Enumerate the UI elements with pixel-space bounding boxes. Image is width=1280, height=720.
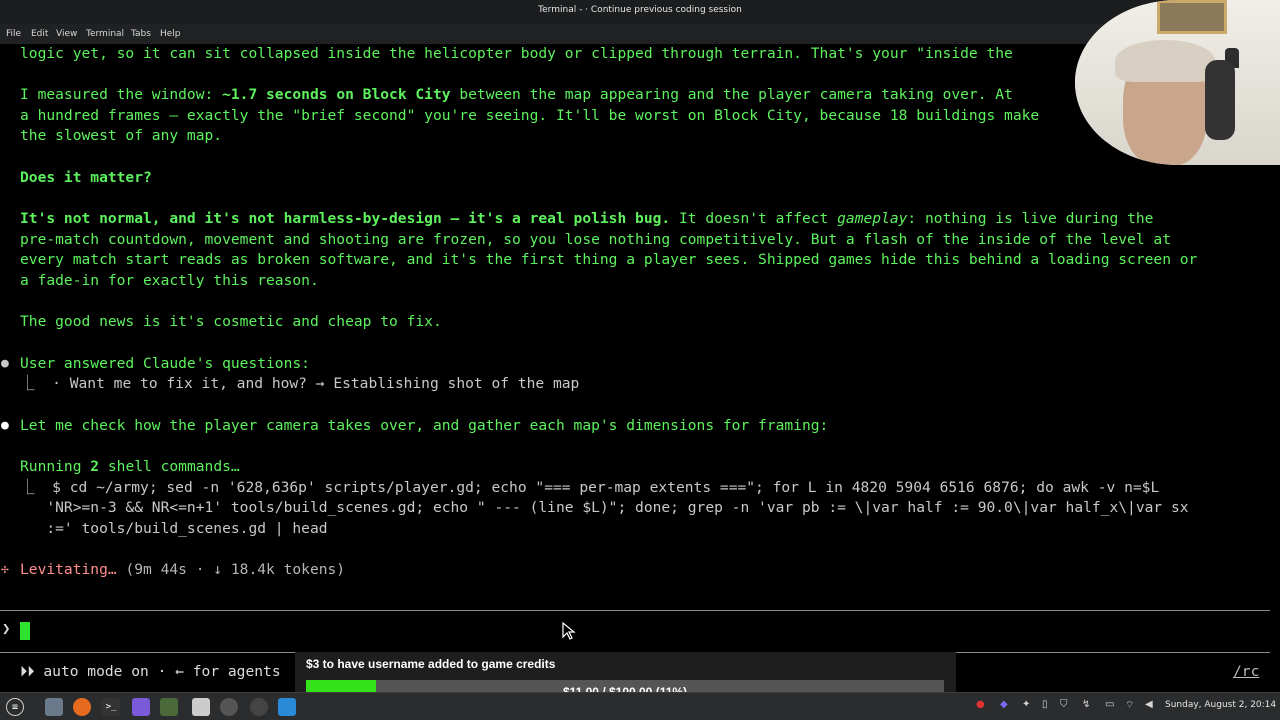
output-line: every match start reads as broken softwa…: [20, 251, 1198, 268]
taskbar: ≡ >_ ● ◆ ✦ ▯ ⛉ ↯ ▭ ⌔ ◀ Sunday, August 2,…: [0, 692, 1280, 720]
input-separator-top: [0, 610, 1270, 611]
tray-icon[interactable]: ✦: [1022, 699, 1030, 710]
output-line: The good news is it's cosmetic and cheap…: [20, 313, 442, 330]
shell-command-line: ⎿ $ cd ~/army; sed -n '628,636p' scripts…: [20, 479, 1160, 496]
tray-discord-icon[interactable]: ◆: [1000, 699, 1008, 710]
output-line: a fade-in for exactly this reason.: [20, 272, 319, 289]
headphones: [1205, 60, 1235, 140]
gray-bullet-icon: ●: [1, 356, 9, 371]
output-line: the slowest of any map.: [20, 127, 223, 144]
prompt-icon: ❯: [2, 621, 11, 637]
white-bullet-icon: ●: [1, 418, 9, 433]
assistant-line: Let me check how the player camera takes…: [20, 417, 829, 434]
browser-icon[interactable]: [250, 698, 268, 716]
terminal-window-icon[interactable]: [160, 698, 178, 716]
terminal-icon[interactable]: >_: [102, 698, 120, 716]
menu-launcher-icon[interactable]: ≡: [6, 698, 24, 716]
tray-volume-icon[interactable]: ◀: [1145, 699, 1153, 710]
output-line: a hundred frames — exactly the "brief se…: [20, 107, 1040, 124]
menu-help[interactable]: Help: [160, 29, 181, 39]
app-icon-2[interactable]: [278, 698, 296, 716]
firefox-icon[interactable]: [73, 698, 91, 716]
menu-terminal[interactable]: Terminal: [86, 29, 124, 39]
donation-goal-label: $3 to have username added to game credit…: [306, 657, 556, 671]
output-line: I measured the window: ~1.7 seconds on B…: [20, 86, 1013, 103]
user-answer-line: User answered Claude's questions:: [20, 355, 310, 372]
tray-clipboard-icon[interactable]: ▯: [1042, 699, 1048, 710]
taskbar-clock[interactable]: Sunday, August 2, 20:14: [1165, 700, 1276, 710]
rc-link[interactable]: /rc: [1233, 663, 1259, 680]
file-manager-icon[interactable]: [45, 698, 63, 716]
tray-record-icon[interactable]: ●: [976, 699, 985, 710]
section-heading: Does it matter?: [20, 169, 152, 186]
shell-command-line: :=' tools/build_scenes.gd | head: [20, 520, 328, 537]
menu-edit[interactable]: Edit: [31, 29, 48, 39]
output-line: logic yet, so it can sit collapsed insid…: [20, 45, 1013, 62]
settings-icon[interactable]: [220, 698, 238, 716]
tray-network-icon[interactable]: ⌔: [1125, 699, 1134, 712]
status-progress-line: Levitating… (9m 44s · ↓ 18.4k tokens): [20, 561, 346, 578]
spinner-icon: ✢: [1, 562, 9, 577]
app-icon[interactable]: [132, 698, 150, 716]
mode-status: ⏵⏵ auto mode on · ← for agents: [20, 663, 281, 680]
user-answer-detail: ⎿ · Want me to fix it, and how? → Establ…: [20, 375, 580, 392]
document-icon[interactable]: [192, 698, 210, 716]
tray-display-icon[interactable]: ▭: [1105, 699, 1114, 710]
output-line: pre-match countdown, movement and shooti…: [20, 231, 1171, 248]
wall-picture: [1157, 0, 1227, 34]
menu-tabs[interactable]: Tabs: [131, 29, 151, 39]
shell-command-line: 'NR>=n-3 && NR<=n+1' tools/build_scenes.…: [20, 499, 1189, 516]
webcam-overlay: [1075, 0, 1280, 165]
input-cursor[interactable]: [20, 622, 30, 640]
mouse-pointer-icon: [562, 622, 576, 640]
running-commands-line: Running 2 shell commands…: [20, 458, 240, 475]
tray-shield-icon[interactable]: ⛉: [1060, 699, 1068, 710]
streamer-cap: [1115, 40, 1215, 82]
tray-notification-icon[interactable]: ↯: [1082, 699, 1090, 710]
output-line: It's not normal, and it's not harmless-b…: [20, 210, 1154, 227]
menu-file[interactable]: File: [6, 29, 21, 39]
menu-view[interactable]: View: [56, 29, 77, 39]
